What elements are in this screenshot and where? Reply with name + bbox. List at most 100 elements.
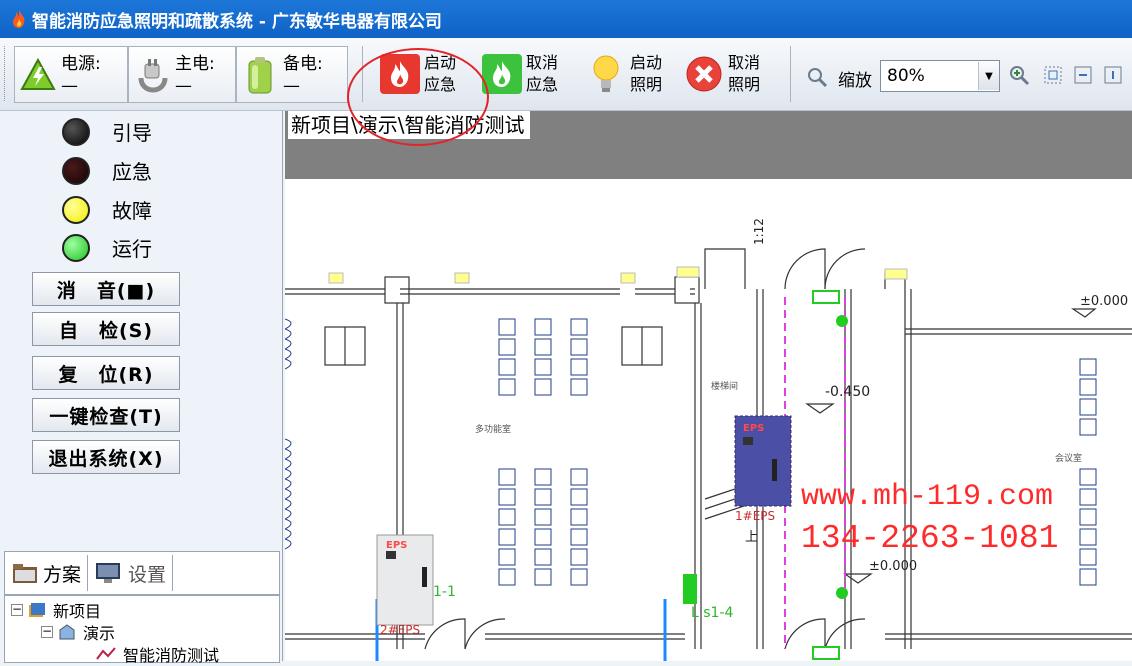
zoom-select[interactable]: 80% ▼ [880,60,1000,92]
tab-settings-label: 设置 [128,563,167,586]
room-a-label: 多功能室 [475,423,511,435]
status-guide-label: 引导 [112,121,152,145]
zoom-value: 80% [887,66,925,86]
plan-folder-icon [13,564,37,583]
collapse-icon[interactable]: − [41,625,53,638]
toolbar-separator-2 [790,46,791,102]
running-led-icon [62,233,90,262]
breadcrumb: 新项目\演示\智能消防测试 [288,111,531,139]
app-logo-icon [13,10,25,28]
tab-settings[interactable]: 设置 [88,555,174,591]
fault-led-icon [62,195,90,224]
settings-monitor-icon [96,563,121,583]
fit-page-icon[interactable] [1042,64,1064,86]
drawing-canvas[interactable]: 新项目\演示\智能消防测试 EPS 1#EPS EPS 2#EPS 1-1 L … [285,111,1132,661]
fit-height-icon[interactable] [1102,64,1124,86]
tree-root-label: 新项目 [53,602,102,621]
watermark-url: www.mh-119.com [801,480,1053,514]
start-lighting-line1: 启动 [630,53,663,72]
floor-plan-drawing: EPS 1#EPS EPS 2#EPS 1-1 L s1-4 1:12 ±0.0… [285,218,1132,661]
guide-led-icon [62,117,90,146]
collapse-icon[interactable]: − [11,603,23,616]
eps2-label: 2#EPS [380,623,420,637]
main-power-status: 主电: — [128,46,236,103]
plug-icon [138,58,168,93]
self-check-button[interactable]: 自 检(S) [32,312,180,346]
zoom-icon [808,68,828,88]
status-fault: 故障 [62,195,152,224]
mute-button[interactable]: 消 音(■) [32,272,180,306]
fit-width-icon[interactable] [1072,64,1094,86]
room-b-label: 楼梯间 [711,380,738,392]
cancel-emergency-line2: 应急 [526,75,559,94]
stair-up-label: 上 [745,530,758,545]
power-value: — [61,75,78,96]
eps1-text: EPS [743,423,764,434]
left-panel: 引导 应急 故障 运行 消 音(■) 自 检(S) 复 位(R) 一键检查(T)… [0,111,283,666]
start-lighting-button[interactable]: 启动 照明 [586,48,662,100]
power-warning-icon [20,57,56,90]
one-key-check-button[interactable]: 一键检查(T) [32,398,180,432]
exit-system-button[interactable]: 退出系统(X) [32,440,180,474]
panel-tabs: 方案 设置 [4,551,280,595]
elevation-negative: -0.450 [825,384,870,400]
cancel-emergency-line1: 取消 [526,53,559,72]
line-1-1-label: 1-1 [433,584,456,600]
main-power-value: — [175,75,192,96]
status-fault-label: 故障 [112,199,152,223]
scale-note: 1:12 [752,218,766,245]
power-label: 电源: [61,53,101,74]
main-power-label: 主电: [175,53,215,74]
light-bulb-icon [586,54,626,94]
dropdown-arrow-icon[interactable]: ▼ [978,62,999,90]
eps1-label: 1#EPS [735,509,775,523]
tree-leaf[interactable]: 智能消防测试 [95,642,219,666]
watermark-phone: 134-2263-1081 [801,520,1058,557]
fire-cancel-icon [482,54,522,94]
fire-icon [380,54,420,94]
toolbar-grip[interactable] [4,46,8,101]
project-tree: − 新项目 − 演示 智能消防测试 [4,595,280,666]
eps2-text: EPS [386,540,407,551]
project-icon [29,603,45,617]
tab-plan[interactable]: 方案 [5,555,89,591]
room-c-label: 会议室 [1055,452,1082,464]
floorplan-icon [96,647,116,660]
status-running-label: 运行 [112,237,152,261]
tree-child-label: 演示 [83,624,116,643]
elevation-zero-b: ±0.000 [869,559,917,574]
cancel-lighting-line1: 取消 [728,53,761,72]
zoom-label: 缩放 [838,71,872,91]
cancel-circle-icon [684,54,724,94]
cancel-lighting-button[interactable]: 取消 照明 [684,48,760,100]
tree-child[interactable]: − 演示 [41,620,115,644]
start-emergency-button[interactable]: 启动 应急 [380,48,456,100]
tree-root[interactable]: − 新项目 [11,598,101,622]
tree-leaf-label: 智能消防测试 [123,646,220,665]
cancel-emergency-button[interactable]: 取消 应急 [482,48,558,100]
backup-power-label: 备电: [283,53,323,74]
status-running: 运行 [62,233,152,262]
status-emergency: 应急 [62,156,152,185]
battery-icon [248,56,272,93]
line-ls1-4-label: L s1-4 [691,605,734,621]
reset-button[interactable]: 复 位(R) [32,356,180,390]
power-status: 电源: — [14,46,128,103]
status-guide: 引导 [62,117,152,146]
building-icon [59,624,75,640]
start-lighting-line2: 照明 [630,75,663,94]
status-emergency-label: 应急 [112,160,152,184]
floor-plan[interactable]: EPS 1#EPS EPS 2#EPS 1-1 L s1-4 1:12 ±0.0… [285,179,1132,661]
toolbar-separator [362,46,363,102]
start-emergency-line2: 应急 [424,75,457,94]
toolbar: 电源: — 主电: — 备电: — 启动 应急 取消 应急 启动 照明 取消 照… [0,38,1132,111]
backup-power-value: — [283,75,300,96]
tab-plan-label: 方案 [43,563,82,586]
start-emergency-line1: 启动 [424,53,457,72]
title-bar: 智能消防应急照明和疏散系统 - 广东敏华电器有限公司 [0,0,1132,38]
zoom-in-icon[interactable] [1008,64,1030,86]
backup-power-status: 备电: — [236,46,348,103]
cancel-lighting-line2: 照明 [728,75,761,94]
window-title: 智能消防应急照明和疏散系统 - 广东敏华电器有限公司 [32,11,442,32]
elevation-zero: ±0.000 [1080,294,1128,309]
